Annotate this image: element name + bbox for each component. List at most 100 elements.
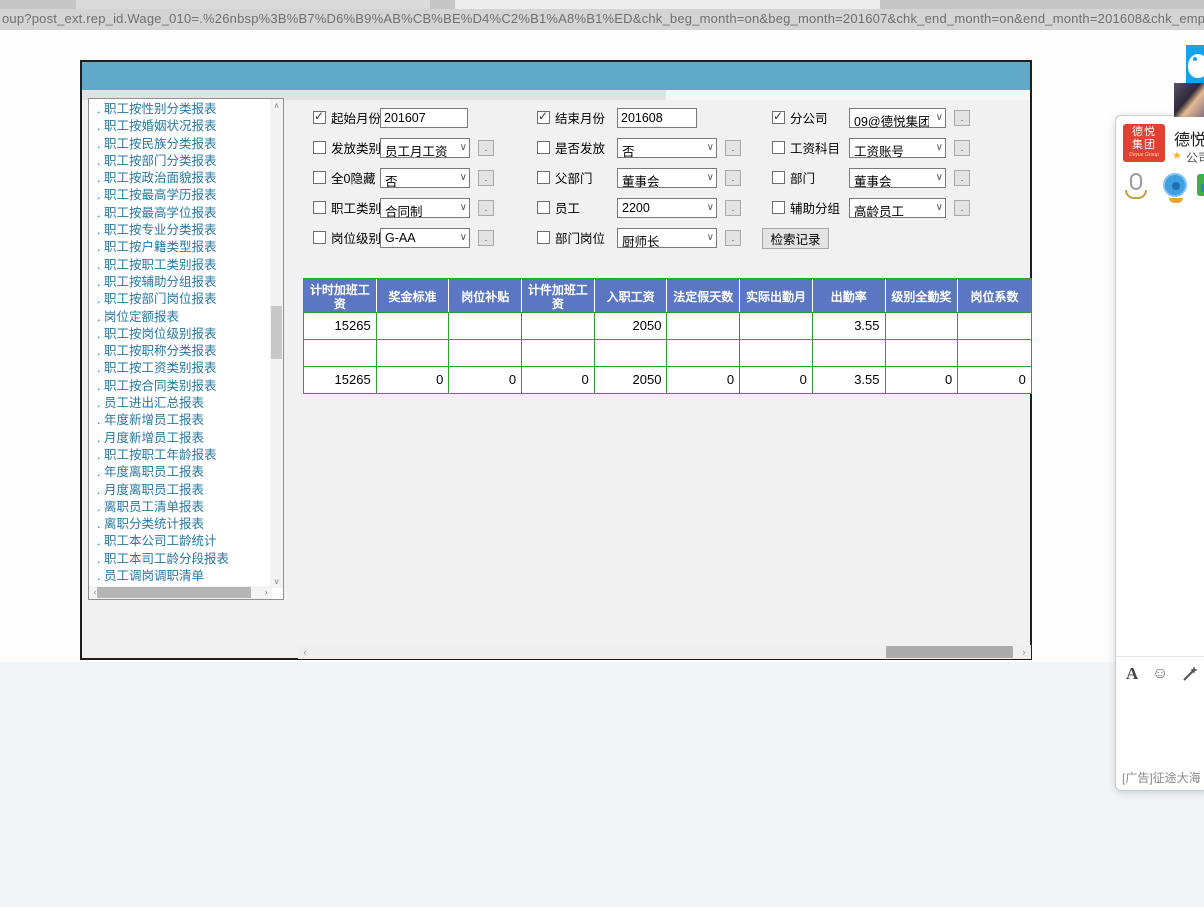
sidebar-report-link[interactable]: 职工按工资类别报表 xyxy=(89,360,269,377)
filter-select[interactable]: 否∨ xyxy=(617,138,717,158)
report-link-label[interactable]: 职工按专业分类报表 xyxy=(104,223,217,237)
filter-select[interactable]: G-AA∨ xyxy=(380,228,470,248)
filter-checkbox[interactable] xyxy=(537,141,550,154)
sidebar-report-link[interactable]: 职工按岗位级别报表 xyxy=(89,326,269,343)
search-records-button[interactable]: 检索记录 xyxy=(762,228,829,249)
report-link-label[interactable]: 职工按岗位级别报表 xyxy=(104,327,217,341)
report-link-label[interactable]: 年度离职员工报表 xyxy=(104,465,204,479)
sidebar-report-link[interactable]: 职工按最高学位报表 xyxy=(89,205,269,222)
sidebar-report-link[interactable]: 月度新增员工报表 xyxy=(89,430,269,447)
filter-checkbox[interactable] xyxy=(537,171,550,184)
browse-dot-button[interactable]: . xyxy=(725,200,741,216)
sidebar-report-link[interactable]: 职工本司工龄分段报表 xyxy=(89,551,269,568)
report-link-label[interactable]: 职工按职工年龄报表 xyxy=(104,448,217,462)
report-link-label[interactable]: 月度新增员工报表 xyxy=(104,431,204,445)
sidebar-report-link[interactable]: 职工按职称分类报表 xyxy=(89,343,269,360)
filter-checkbox[interactable] xyxy=(313,141,326,154)
filter-checkbox[interactable] xyxy=(772,201,785,214)
sidebar-report-link[interactable]: 年度新增员工报表 xyxy=(89,412,269,429)
sidebar-report-link[interactable]: 职工按职工类别报表 xyxy=(89,257,269,274)
filter-checkbox[interactable] xyxy=(313,111,326,124)
browse-dot-button[interactable]: . xyxy=(478,200,494,216)
browse-dot-button[interactable]: . xyxy=(478,170,494,186)
filter-select[interactable]: 否∨ xyxy=(380,168,470,188)
scroll-right-icon[interactable]: › xyxy=(260,586,272,599)
filter-select[interactable]: 董事会∨ xyxy=(849,168,946,188)
filter-select[interactable]: 董事会∨ xyxy=(617,168,717,188)
filter-checkbox[interactable] xyxy=(313,201,326,214)
scroll-left-icon[interactable]: ‹ xyxy=(299,646,311,658)
report-link-label[interactable]: 职工按合同类别报表 xyxy=(104,379,217,393)
sidebar-report-link[interactable]: 月度离职员工报表 xyxy=(89,482,269,499)
month-input[interactable] xyxy=(617,108,697,128)
filter-checkbox[interactable] xyxy=(313,171,326,184)
magic-wand-icon[interactable] xyxy=(1181,665,1199,688)
browse-dot-button[interactable]: . xyxy=(954,140,970,156)
report-link-label[interactable]: 岗位定额报表 xyxy=(104,310,179,324)
report-link-label[interactable]: 年度新增员工报表 xyxy=(104,413,204,427)
report-link-label[interactable]: 职工按工资类别报表 xyxy=(104,361,217,375)
sidebar-report-link[interactable]: 职工按婚姻状况报表 xyxy=(89,118,269,135)
browse-dot-button[interactable]: . xyxy=(954,170,970,186)
filter-select[interactable]: 2200∨ xyxy=(617,198,717,218)
report-link-label[interactable]: 月度离职员工报表 xyxy=(104,483,204,497)
sidebar-report-link[interactable]: 岗位定额报表 xyxy=(89,309,269,326)
report-link-label[interactable]: 离职分类统计报表 xyxy=(104,517,204,531)
filter-checkbox[interactable] xyxy=(537,201,550,214)
browse-dot-button[interactable]: . xyxy=(478,140,494,156)
scroll-right-icon[interactable]: › xyxy=(1018,646,1030,658)
report-link-label[interactable]: 职工按职工类别报表 xyxy=(104,258,217,272)
browse-dot-button[interactable]: . xyxy=(954,200,970,216)
qq-avatar[interactable] xyxy=(1174,83,1204,117)
sidebar-report-link[interactable]: 员工进出汇总报表 xyxy=(89,395,269,412)
report-link-label[interactable]: 职工本司工龄分段报表 xyxy=(104,552,229,566)
window-titlebar[interactable] xyxy=(82,62,1030,90)
sidebar-report-link[interactable]: 职工按性别分类报表 xyxy=(89,101,269,118)
scrollbar-thumb[interactable] xyxy=(271,306,282,359)
report-link-label[interactable]: 职工本公司工龄统计 xyxy=(104,534,217,548)
report-link-label[interactable]: 职工按最高学位报表 xyxy=(104,206,217,220)
filter-checkbox[interactable] xyxy=(313,231,326,244)
sidebar-report-link[interactable]: 职工按户籍类型报表 xyxy=(89,239,269,256)
browse-dot-button[interactable]: . xyxy=(725,140,741,156)
sidebar-report-link[interactable]: 职工按政治面貌报表 xyxy=(89,170,269,187)
report-link-label[interactable]: 职工按户籍类型报表 xyxy=(104,240,217,254)
report-link-label[interactable]: 职工按婚姻状况报表 xyxy=(104,119,217,133)
ad-text[interactable]: [广告]征途大海 xyxy=(1122,769,1204,786)
filter-select[interactable]: 员工月工资∨ xyxy=(380,138,470,158)
filter-checkbox[interactable] xyxy=(537,231,550,244)
sidebar-report-link[interactable]: 离职员工清单报表 xyxy=(89,499,269,516)
sidebar-report-link[interactable]: 职工按合同类别报表 xyxy=(89,378,269,395)
report-link-label[interactable]: 员工调岗调职清单 xyxy=(104,569,204,583)
report-link-label[interactable]: 职工按性别分类报表 xyxy=(104,102,217,116)
filter-checkbox[interactable] xyxy=(772,171,785,184)
sidebar-report-link[interactable]: 年度离职员工报表 xyxy=(89,464,269,481)
webcam-icon[interactable] xyxy=(1163,173,1187,197)
sidebar-report-link[interactable]: 职工本公司工龄统计 xyxy=(89,533,269,550)
emoticon-tool-icon[interactable]: ☺ xyxy=(1152,665,1168,683)
scroll-up-icon[interactable]: ∧ xyxy=(270,99,283,112)
report-link-label[interactable]: 职工按职称分类报表 xyxy=(104,344,217,358)
browse-dot-button[interactable]: . xyxy=(478,230,494,246)
report-link-label[interactable]: 职工按辅助分组报表 xyxy=(104,275,217,289)
report-link-label[interactable]: 职工按最高学历报表 xyxy=(104,188,217,202)
report-link-label[interactable]: 职工按部门岗位报表 xyxy=(104,292,217,306)
filter-checkbox[interactable] xyxy=(537,111,550,124)
filter-checkbox[interactable] xyxy=(772,141,785,154)
filter-select[interactable]: 工资账号∨ xyxy=(849,138,946,158)
sidebar-vertical-scrollbar[interactable]: ∧ ∨ xyxy=(270,99,283,588)
filter-select[interactable]: 09@德悦集团.∨ xyxy=(849,108,946,128)
filter-select[interactable]: 厨师长∨ xyxy=(617,228,717,248)
scrollbar-thumb[interactable] xyxy=(886,646,1013,658)
scrollbar-thumb[interactable] xyxy=(97,587,251,598)
month-input[interactable] xyxy=(380,108,468,128)
microphone-icon[interactable] xyxy=(1130,173,1142,190)
browse-dot-button[interactable]: . xyxy=(725,230,741,246)
sidebar-report-link[interactable]: 离职分类统计报表 xyxy=(89,516,269,533)
sidebar-horizontal-scrollbar[interactable]: ‹ › xyxy=(89,586,272,599)
sidebar-report-link[interactable]: 员工调岗调职清单 xyxy=(89,568,269,585)
sidebar-report-link[interactable]: 职工按辅助分组报表 xyxy=(89,274,269,291)
browser-url[interactable]: oup?post_ext.rep_id.Wage_010=.%26nbsp%3B… xyxy=(2,9,1204,29)
sidebar-report-link[interactable]: 职工按部门岗位报表 xyxy=(89,291,269,308)
browse-dot-button[interactable]: . xyxy=(725,170,741,186)
